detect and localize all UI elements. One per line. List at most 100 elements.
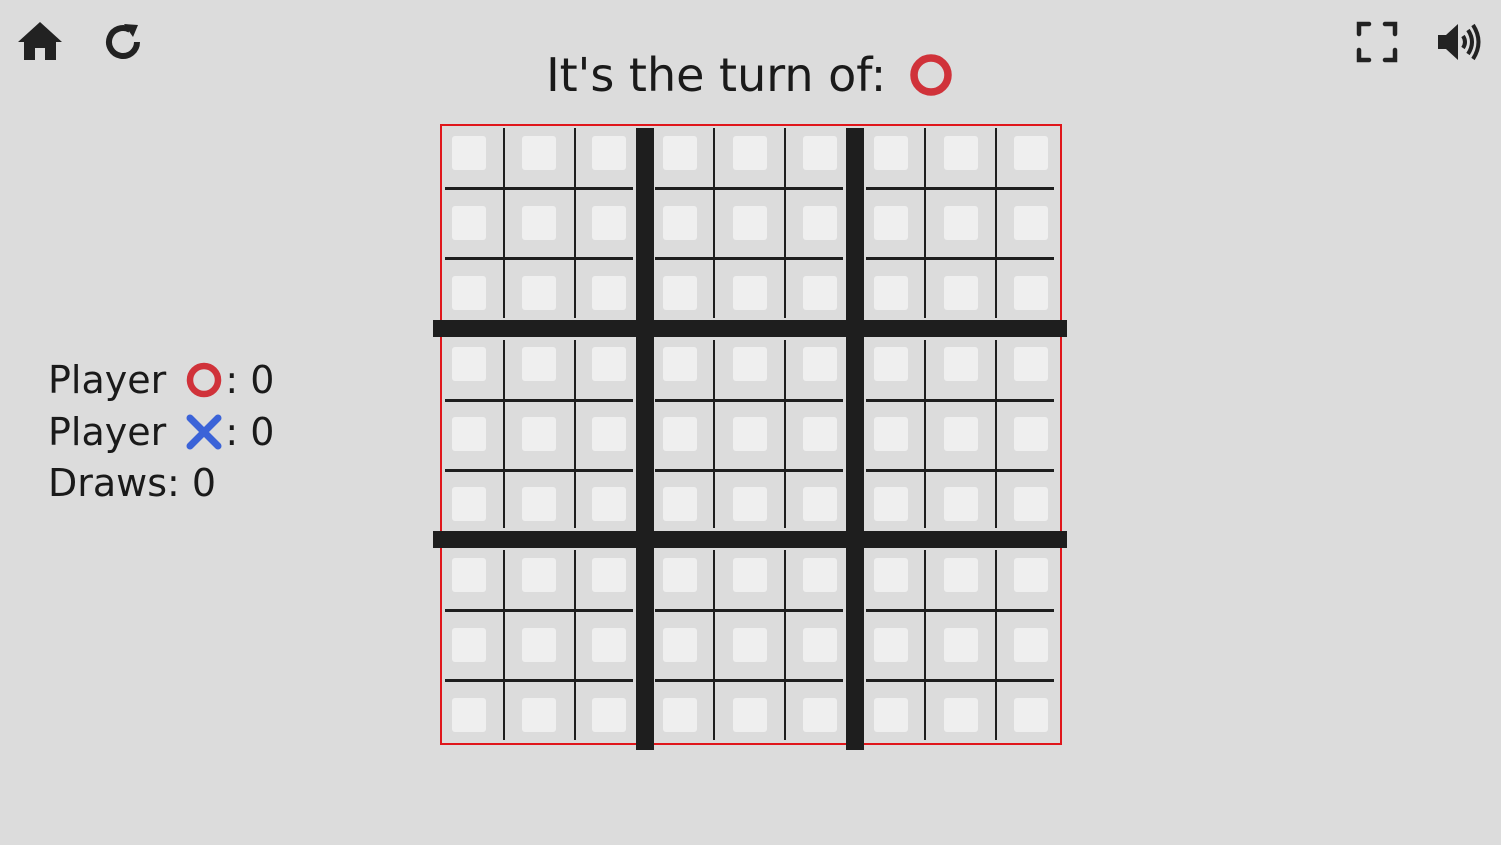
board-cell[interactable] [944,417,978,451]
main-grid-line [433,531,1067,548]
sub-grid-line [784,340,786,528]
sub-grid-line [445,257,633,260]
board-cell[interactable] [592,417,626,451]
board-cell[interactable] [522,136,556,170]
board-cell[interactable] [803,276,837,310]
board-cell[interactable] [452,698,486,732]
board-cell[interactable] [944,136,978,170]
board-cell[interactable] [944,558,978,592]
board-cell[interactable] [733,136,767,170]
sub-grid-line [574,128,576,318]
board-cell[interactable] [592,347,626,381]
sub-grid-line [503,340,505,528]
board-cell[interactable] [733,347,767,381]
sub-grid-line [445,609,633,612]
board-cell[interactable] [522,628,556,662]
board-cell[interactable] [944,347,978,381]
main-grid-line [636,128,654,750]
board-cell[interactable] [1014,487,1048,521]
board-cell[interactable] [452,417,486,451]
board-cell[interactable] [452,206,486,240]
board-cell[interactable] [522,347,556,381]
o-marker-icon [907,51,955,99]
sub-grid-line [995,128,997,318]
board-cell[interactable] [663,417,697,451]
board-cell[interactable] [803,206,837,240]
board-cell[interactable] [803,698,837,732]
board-cell[interactable] [874,487,908,521]
sub-grid-line [866,399,1054,402]
board-cell[interactable] [522,276,556,310]
board-cell[interactable] [874,558,908,592]
board-cell[interactable] [1014,206,1048,240]
board-cell[interactable] [803,558,837,592]
scoreboard: Player : 0 Player : 0 Draws: 0 [48,355,274,510]
sub-grid-line [445,679,633,682]
board-cell[interactable] [874,276,908,310]
board-cell[interactable] [452,558,486,592]
sub-grid-line [784,550,786,740]
board-cell[interactable] [663,276,697,310]
board-cell[interactable] [874,628,908,662]
board-cell[interactable] [803,487,837,521]
board-cell[interactable] [522,206,556,240]
board-cell[interactable] [874,206,908,240]
board-cell[interactable] [592,698,626,732]
board-cell[interactable] [592,558,626,592]
sub-grid-line [924,340,926,528]
sub-grid-line [655,257,843,260]
board-cell[interactable] [803,417,837,451]
board-cell[interactable] [1014,276,1048,310]
board-cell[interactable] [874,698,908,732]
board-cell[interactable] [663,347,697,381]
board-cell[interactable] [592,136,626,170]
board-cell[interactable] [733,628,767,662]
board-cell[interactable] [944,698,978,732]
board-cell[interactable] [733,206,767,240]
board-cell[interactable] [663,698,697,732]
board-cell[interactable] [1014,136,1048,170]
board-cell[interactable] [803,347,837,381]
board-cell[interactable] [663,558,697,592]
board-cell[interactable] [944,628,978,662]
board-cell[interactable] [1014,417,1048,451]
board-cell[interactable] [522,698,556,732]
board-cell[interactable] [663,206,697,240]
o-marker-icon [184,360,224,400]
board-cell[interactable] [1014,628,1048,662]
board-cell[interactable] [663,487,697,521]
board-cell[interactable] [733,417,767,451]
board-cell[interactable] [874,347,908,381]
board-cell[interactable] [592,487,626,521]
board-cell[interactable] [944,487,978,521]
board-cell[interactable] [663,628,697,662]
sub-grid-line [995,340,997,528]
board-cell[interactable] [522,487,556,521]
board-cell[interactable] [452,347,486,381]
board-cell[interactable] [733,487,767,521]
board-cell[interactable] [522,417,556,451]
board-cell[interactable] [803,628,837,662]
board-cell[interactable] [874,417,908,451]
board-cell[interactable] [1014,347,1048,381]
board-cell[interactable] [592,628,626,662]
board-cell[interactable] [733,558,767,592]
board-cell[interactable] [944,206,978,240]
board-cell[interactable] [803,136,837,170]
board-cell[interactable] [452,276,486,310]
board-cell[interactable] [1014,698,1048,732]
board-cell[interactable] [733,276,767,310]
board-cell[interactable] [592,276,626,310]
board-cell[interactable] [1014,558,1048,592]
board-cell[interactable] [663,136,697,170]
board-cell[interactable] [452,628,486,662]
board-cell[interactable] [944,276,978,310]
board-cell[interactable] [452,136,486,170]
board-cell[interactable] [733,698,767,732]
sub-grid-line [713,340,715,528]
sub-grid-line [655,609,843,612]
board-cell[interactable] [452,487,486,521]
board-cell[interactable] [592,206,626,240]
board-cell[interactable] [874,136,908,170]
board-cell[interactable] [522,558,556,592]
